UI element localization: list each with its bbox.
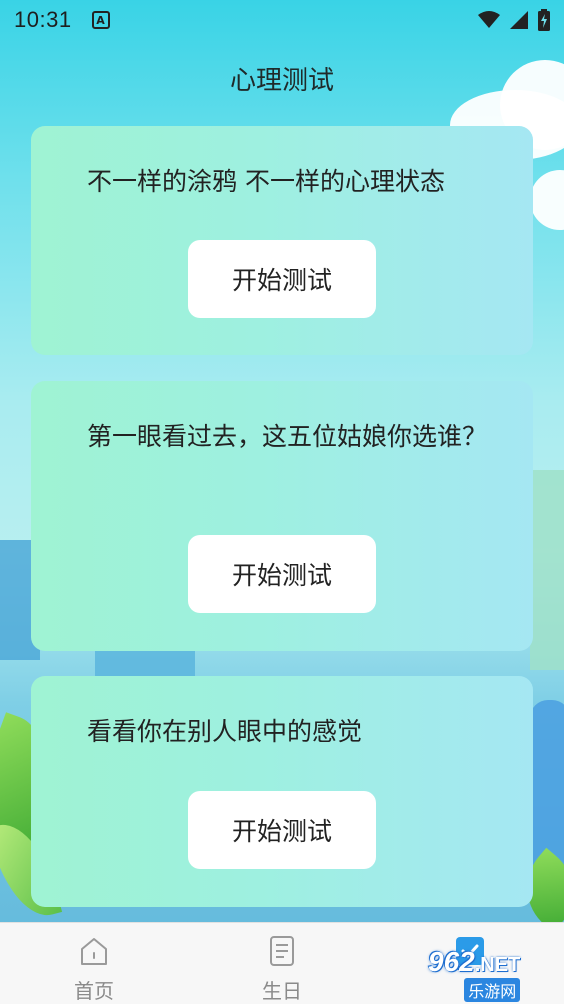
signal-icon — [510, 11, 528, 29]
status-time: 10:31 — [14, 7, 72, 32]
watermark-domain: .NET — [474, 954, 521, 976]
card-title: 看看你在别人眼中的感觉 — [87, 717, 363, 746]
test-card: 第一眼看过去，这五位姑娘你选谁？ 开始测试 — [31, 381, 533, 651]
nav-item-home[interactable]: 首页 — [0, 923, 188, 1004]
page-title: 心理测试 — [229, 66, 334, 96]
start-test-button[interactable]: 开始测试 — [188, 535, 376, 613]
nav-item-birthday[interactable]: 生日 — [188, 923, 376, 1004]
status-bar: 10:31 A — [0, 0, 564, 40]
start-test-button[interactable]: 开始测试 — [188, 240, 376, 318]
watermark-logo: 962 — [428, 946, 475, 977]
card-title: 不一样的涂鸦 不一样的心理状态 — [87, 167, 445, 196]
wifi-icon — [478, 11, 500, 28]
site-watermark: 962 .NET 乐游网 — [428, 946, 558, 1002]
card-title: 第一眼看过去，这五位姑娘你选谁？ — [87, 422, 488, 451]
watermark-sub: 乐游网 — [464, 978, 521, 1002]
start-test-button[interactable]: 开始测试 — [188, 791, 376, 869]
notification-icon: A — [91, 11, 110, 29]
battery-charging-icon — [538, 9, 550, 31]
nav-label-home: 首页 — [74, 979, 114, 1003]
test-card: 看看你在别人眼中的感觉 开始测试 — [31, 676, 533, 907]
document-icon — [270, 936, 294, 966]
test-card: 不一样的涂鸦 不一样的心理状态 开始测试 — [31, 126, 533, 355]
home-icon — [81, 938, 107, 965]
nav-label-birthday: 生日 — [262, 979, 302, 1003]
